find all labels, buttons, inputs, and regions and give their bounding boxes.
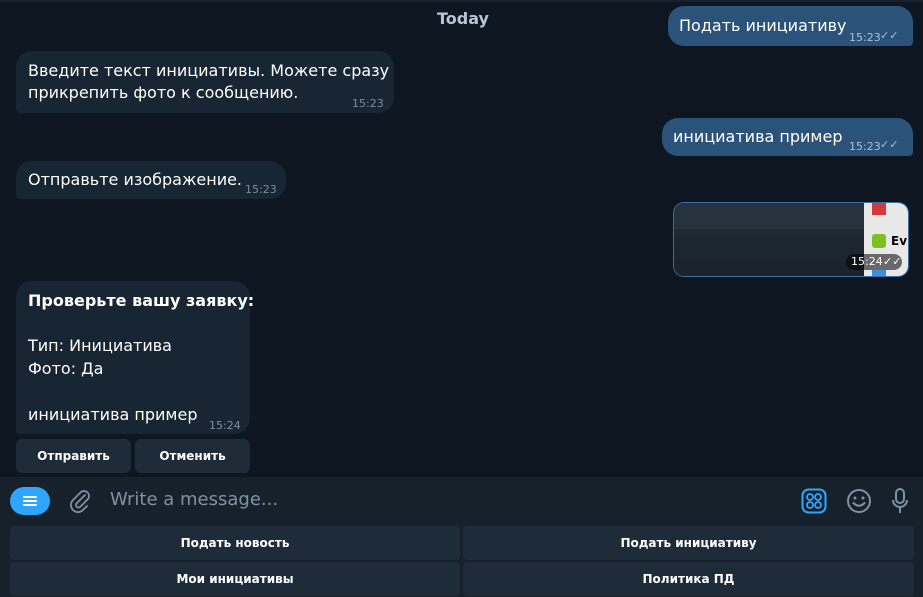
read-checkmarks-icon: ✓✓ (883, 255, 902, 268)
paperclip-icon[interactable] (68, 488, 92, 514)
app-icon-blue (872, 270, 886, 276)
message-time: 15:24 (209, 419, 241, 432)
message-time: 15:23 (352, 97, 384, 110)
photo-fragment-text: Ev (891, 234, 908, 248)
outgoing-message[interactable]: инициатива пример 15:23 ✓✓ (662, 118, 913, 156)
emoji-icon[interactable] (846, 488, 872, 514)
message-time: 15:24 (851, 255, 883, 268)
message-line: Тип: Инициатива (28, 336, 172, 355)
photo-message[interactable]: Ev 15:24 ✓✓ (674, 203, 908, 276)
message-text: Отправьте изображение. (28, 170, 243, 189)
outgoing-message[interactable]: Подать инициативу 15:23 ✓✓ (668, 6, 913, 46)
incoming-message[interactable]: Введите текст инициативы. Можете сразу п… (16, 51, 394, 113)
keyboard-button-my-initiatives[interactable]: Мои инициативы (10, 562, 460, 596)
header-divider (0, 0, 923, 2)
keyboard-button-submit-news[interactable]: Подать новость (10, 526, 460, 560)
chat-area: Today Подать инициативу 15:23 ✓✓ Введите… (0, 0, 923, 477)
message-title: Проверьте вашу заявку: (28, 291, 255, 310)
photo-image (674, 203, 864, 276)
incoming-message[interactable]: Проверьте вашу заявку: Тип: Инициатива Ф… (16, 281, 254, 434)
message-line: Фото: Да (28, 359, 104, 378)
inline-send-button[interactable]: Отправить (16, 439, 131, 473)
bot-commands-icon[interactable] (801, 488, 827, 514)
app-icon-red (872, 203, 886, 215)
menu-icon[interactable] (10, 487, 50, 515)
keyboard-button-privacy-policy[interactable]: Политика ПД (463, 562, 914, 596)
keyboard-button-submit-initiative[interactable]: Подать инициативу (463, 526, 914, 560)
read-checkmarks-icon: ✓✓ (880, 29, 899, 42)
inline-cancel-button[interactable]: Отменить (135, 439, 250, 473)
message-text: Введите текст инициативы. Можете сразу п… (28, 61, 390, 102)
message-composer: Write a message... (0, 477, 923, 523)
read-checkmarks-icon: ✓✓ (880, 138, 899, 151)
incoming-message[interactable]: Отправьте изображение. 15:23 (16, 161, 286, 199)
message-line: инициатива пример (28, 405, 198, 424)
message-input[interactable]: Write a message... (110, 489, 278, 510)
message-text: Подать инициативу (679, 16, 847, 35)
message-text: инициатива пример (673, 127, 843, 146)
microphone-icon[interactable] (890, 487, 910, 515)
message-time: 15:23 (849, 140, 881, 153)
message-time: 15:23 (849, 31, 881, 44)
message-time: 15:23 (245, 183, 277, 196)
app-icon-green (872, 234, 886, 248)
reply-keyboard: Подать новость Подать инициативу Мои ини… (0, 523, 923, 597)
date-separator: Today (437, 9, 489, 28)
photo-time-badge: 15:24 ✓✓ (846, 254, 902, 270)
